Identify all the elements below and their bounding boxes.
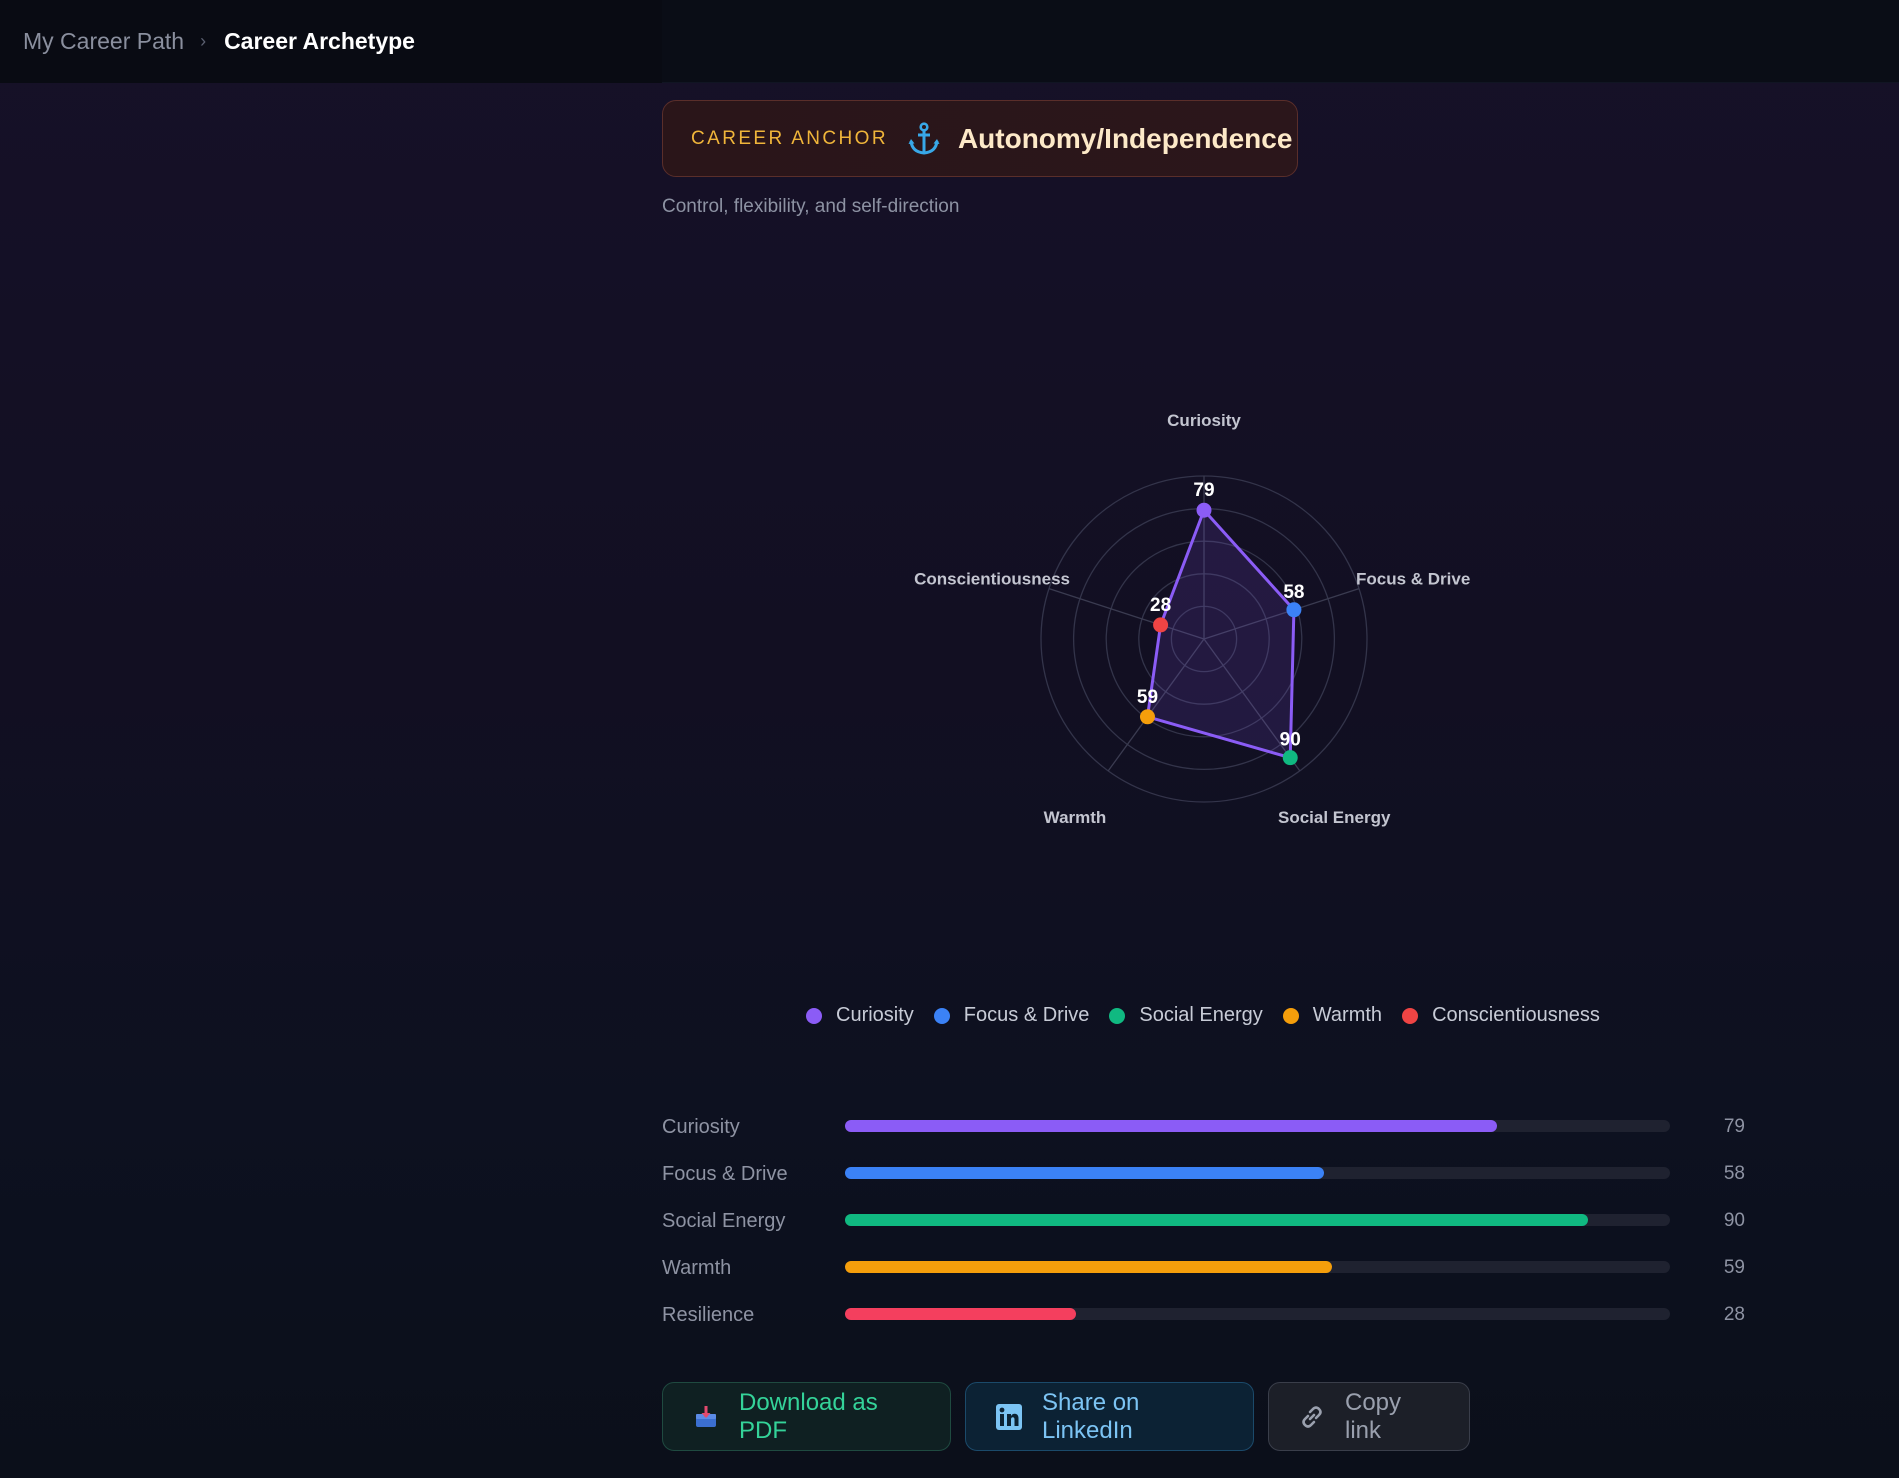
inbox-tray-icon <box>693 1404 719 1430</box>
link-icon <box>1299 1404 1325 1430</box>
legend-item: Warmth <box>1282 1004 1383 1027</box>
copy-link-button[interactable]: Copy link <box>1268 1382 1470 1451</box>
trait-bar-fill <box>845 1308 1076 1320</box>
legend-dot <box>806 1007 822 1024</box>
legend-label: Warmth <box>1312 1004 1383 1026</box>
radar-axis-label: Social Energy <box>1278 808 1391 827</box>
trait-bar-track <box>845 1120 1670 1132</box>
radar-point-social-energy <box>1282 750 1298 766</box>
legend-item: Focus & Drive <box>933 1004 1090 1027</box>
radar-value-label: 90 <box>1280 730 1301 751</box>
radar-point-conscientiousness <box>1153 617 1169 633</box>
trait-bar-value: 59 <box>1723 1257 1745 1278</box>
legend-item: Conscientiousness <box>1402 1004 1600 1027</box>
copy-link-label: Copy link <box>1345 1388 1402 1444</box>
trait-bar-value: 90 <box>1723 1210 1745 1231</box>
radar-point-warmth <box>1139 709 1155 725</box>
trait-bar-value: 28 <box>1723 1304 1745 1325</box>
radar-legend: Curiosity Focus & Drive Social Energy Warmt… <box>806 1004 1620 1027</box>
linkedin-icon <box>996 1403 1022 1430</box>
radar-chart: 79 58 90 59 28 Curiosity Focus & Drive Social E… <box>914 411 1470 827</box>
radar-axis-label: Focus & Drive <box>1356 569 1470 588</box>
radar-point-focus-drive <box>1286 602 1302 618</box>
trait-bar-row: Warmth 59 <box>662 1251 1752 1298</box>
trait-bar-track <box>845 1214 1670 1226</box>
download-pdf-label: Download as PDF <box>739 1388 878 1444</box>
trait-bar-label: Resilience <box>662 1304 755 1326</box>
share-linkedin-label: Share on LinkedIn <box>1042 1388 1140 1444</box>
legend-label: Social Energy <box>1139 1004 1263 1026</box>
trait-bar-track <box>845 1261 1670 1273</box>
share-linkedin-button[interactable]: Share on LinkedIn <box>965 1382 1254 1451</box>
trait-bar-track <box>845 1167 1670 1179</box>
trait-bar-fill <box>845 1120 1497 1132</box>
trait-bar-label: Focus & Drive <box>662 1163 788 1185</box>
legend-dot <box>933 1007 950 1024</box>
trait-bar-value: 79 <box>1723 1116 1745 1137</box>
trait-bar-row: Curiosity 79 <box>662 1110 1752 1157</box>
trait-bar-row: Social Energy 90 <box>662 1204 1752 1251</box>
trait-bar-value: 58 <box>1723 1163 1745 1184</box>
trait-bar-label: Curiosity <box>662 1116 740 1138</box>
trait-bar-row: Focus & Drive 58 <box>662 1157 1752 1204</box>
trait-bar-fill <box>845 1261 1332 1273</box>
legend-label: Conscientiousness <box>1432 1004 1600 1026</box>
radar-point-curiosity <box>1196 502 1212 518</box>
trait-bar-fill <box>845 1167 1324 1179</box>
trait-bar-track <box>845 1308 1670 1320</box>
legend-item: Curiosity <box>806 1004 914 1027</box>
trait-bar-label: Warmth <box>662 1257 732 1279</box>
action-buttons: Download as PDF Share on LinkedIn Copy l… <box>662 1382 1484 1451</box>
trait-bar-label: Social Energy <box>662 1210 786 1232</box>
radar-axis-label: Conscientiousness <box>914 569 1070 588</box>
radar-value-label: 79 <box>1193 480 1214 501</box>
radar-value-label: 58 <box>1283 582 1304 603</box>
legend-dot <box>1402 1007 1419 1024</box>
download-pdf-button[interactable]: Download as PDF <box>662 1382 951 1451</box>
legend-item: Social Energy <box>1109 1004 1263 1027</box>
trait-bars: Curiosity 79 Focus & Drive 58 Social Energy 9… <box>662 1110 1752 1345</box>
radar-axis-label: Warmth <box>1044 808 1107 827</box>
trait-bar-fill <box>845 1214 1588 1226</box>
legend-dot <box>1109 1007 1126 1024</box>
legend-dot <box>1282 1007 1299 1024</box>
legend-label: Curiosity <box>836 1004 914 1026</box>
legend-label: Focus & Drive <box>963 1004 1090 1026</box>
trait-bar-row: Resilience 28 <box>662 1298 1752 1345</box>
radar-value-label: 28 <box>1150 595 1171 616</box>
radar-axis-label: Curiosity <box>1167 411 1241 430</box>
radar-value-label: 59 <box>1137 687 1158 708</box>
